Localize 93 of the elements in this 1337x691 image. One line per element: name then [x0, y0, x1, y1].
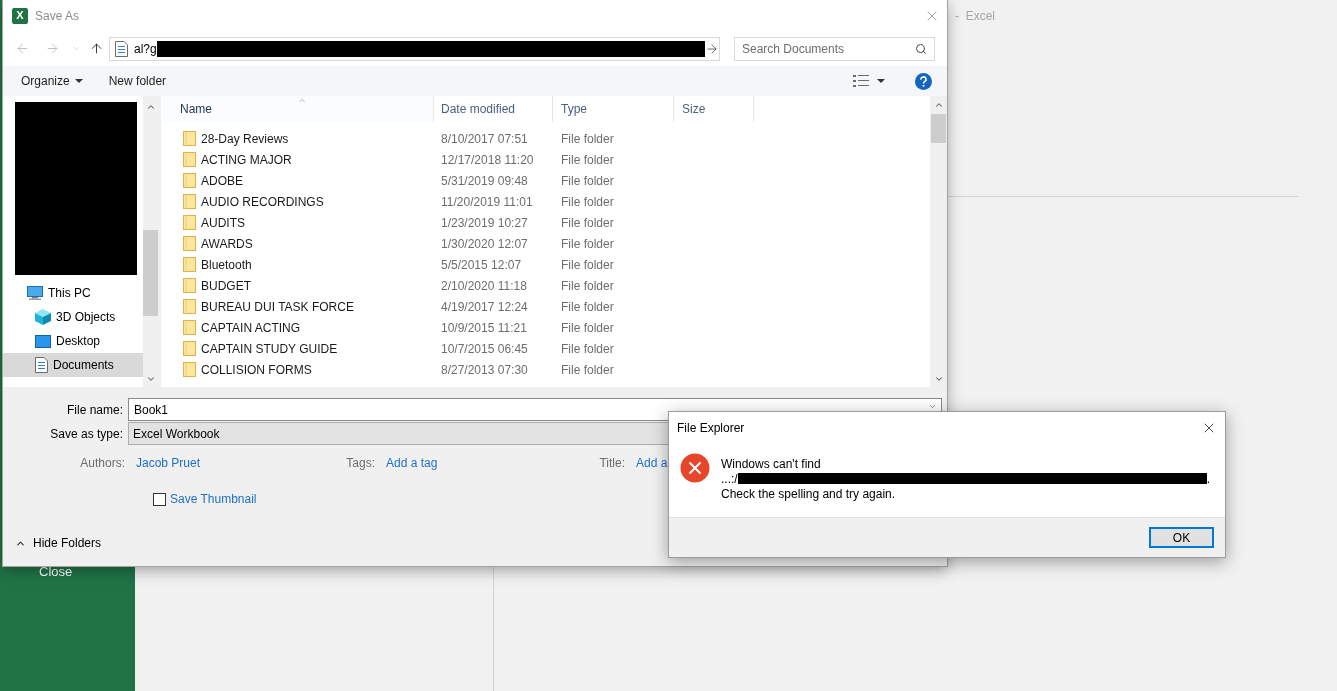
property-value[interactable]: Add a tag	[386, 454, 438, 472]
date-modified: 4/19/2017 12:24	[441, 299, 528, 314]
date-modified: 8/10/2017 07:51	[441, 131, 528, 146]
folder-name[interactable]: BUREAU DUI TASK FORCE	[201, 297, 354, 316]
organize-menu-button[interactable]: Organize	[14, 69, 90, 93]
item-type: File folder	[561, 194, 614, 209]
date-modified: 1/23/2019 10:27	[441, 215, 528, 230]
property-value[interactable]: Add a	[636, 454, 668, 472]
property-label: Authors:	[79, 455, 125, 472]
chevron-up-icon	[145, 102, 156, 112]
date-modified: 8/27/2013 07:30	[441, 362, 528, 377]
folder-icon	[183, 236, 196, 251]
folder-name[interactable]: AWARDS	[201, 234, 253, 253]
item-type: File folder	[561, 362, 614, 377]
folder-icon	[183, 173, 196, 188]
nav-item[interactable]: Documents	[3, 353, 143, 377]
error-icon	[680, 453, 710, 483]
date-modified: 5/31/2019 09:48	[441, 173, 528, 188]
sort-caret-icon	[297, 96, 307, 105]
document-icon	[115, 40, 128, 57]
folder-name[interactable]: CAPTAIN STUDY GUIDE	[201, 339, 338, 358]
folder-name[interactable]: ADOBE	[201, 171, 243, 190]
item-type: File folder	[561, 341, 614, 356]
chevron-up-icon	[933, 100, 944, 110]
folder-name[interactable]: COLLISION FORMS	[201, 360, 312, 379]
search-icon	[915, 42, 927, 55]
dialog-title: File Explorer	[677, 419, 745, 437]
checkbox-label[interactable]: Save Thumbnail	[170, 490, 257, 508]
property-label: Tags:	[345, 455, 375, 472]
item-type: File folder	[561, 215, 614, 230]
help-button[interactable]	[915, 72, 932, 90]
chevron-down-icon	[71, 44, 81, 53]
sidebar-item[interactable]: Close	[0, 562, 135, 582]
folder-icon	[183, 362, 196, 377]
folder-name[interactable]: BUDGET	[201, 276, 251, 295]
folder-name[interactable]: AUDITS	[201, 213, 245, 232]
field-label: Save as type:	[49, 425, 123, 443]
folder-icon	[183, 215, 196, 230]
date-modified: 10/9/2015 11:21	[441, 320, 527, 335]
item-type: File folder	[561, 131, 614, 146]
caret-down-icon	[74, 79, 83, 83]
arrow-right-icon	[44, 41, 60, 56]
desktop-icon	[35, 334, 51, 348]
date-modified: 10/7/2015 06:45	[441, 341, 528, 356]
toolbar-button[interactable]: New folder	[101, 69, 174, 93]
search-field[interactable]: Search Documents	[734, 36, 935, 61]
item-type: File folder	[561, 236, 614, 251]
folder-name[interactable]: AUDIO RECORDINGS	[201, 192, 324, 211]
item-type: File folder	[561, 152, 614, 167]
folder-name[interactable]: Bluetooth	[201, 255, 252, 274]
monitor-icon	[27, 286, 43, 300]
field-label: File name:	[65, 401, 123, 419]
property-label: Title:	[598, 455, 625, 472]
cube-icon	[35, 309, 51, 325]
folder-icon	[183, 131, 196, 146]
scrollbar-thumb[interactable]	[931, 114, 946, 143]
item-type: File folder	[561, 257, 614, 272]
scrollbar-thumb[interactable]	[143, 230, 158, 316]
address-bar[interactable]: al?g	[109, 36, 720, 61]
folder-name[interactable]: CAPTAIN ACTING	[201, 318, 301, 337]
item-type: File folder	[561, 173, 614, 188]
date-modified: 1/30/2020 12:07	[441, 236, 528, 251]
item-type: File folder	[561, 299, 614, 314]
checkbox[interactable]	[153, 492, 166, 506]
ok-button[interactable]: OK	[1149, 527, 1214, 548]
error-message: Windows can't find ...:/ . Check the spelling and try again.	[721, 457, 1210, 502]
document-icon	[35, 357, 48, 373]
excel-app-icon: X	[12, 7, 28, 24]
date-modified: 11/20/2019 11:01	[441, 194, 533, 209]
column-header[interactable]: Name	[161, 96, 434, 122]
caret-down-icon	[877, 79, 885, 83]
item-type: File folder	[561, 278, 614, 293]
help-icon	[915, 72, 932, 90]
property-value[interactable]: Jacob Pruet	[136, 454, 201, 472]
chevron-down-icon[interactable]	[928, 402, 937, 411]
hide-folders-button[interactable]: Hide Folders	[15, 535, 102, 551]
item-type: File folder	[561, 320, 614, 335]
folder-name[interactable]: 28-Day Reviews	[201, 129, 289, 148]
folder-icon	[183, 278, 196, 293]
folder-name[interactable]: ACTING MAJOR	[201, 150, 292, 169]
date-modified: 12/17/2018 11:20	[441, 152, 534, 167]
folder-icon	[183, 341, 196, 356]
details-view-icon	[853, 75, 869, 87]
folder-icon	[183, 194, 196, 209]
folder-icon	[183, 152, 196, 167]
folder-icon	[183, 299, 196, 314]
folder-icon	[183, 257, 196, 272]
folder-icon	[183, 320, 196, 335]
dialog-title: Save As	[35, 7, 80, 25]
arrow-right-icon[interactable]	[704, 41, 719, 56]
window-title: - Excel	[955, 8, 995, 24]
date-modified: 2/10/2020 11:18	[441, 278, 527, 293]
date-modified: 5/5/2015 12:07	[441, 257, 522, 272]
